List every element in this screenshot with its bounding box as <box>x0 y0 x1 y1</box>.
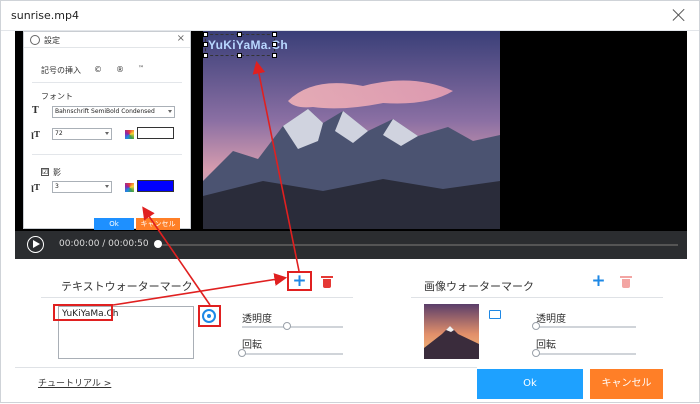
shadow-size-icon: ꞁT <box>31 182 40 192</box>
font-size-value: 72 <box>55 130 63 137</box>
add-image-watermark-icon[interactable]: + <box>590 273 607 290</box>
image-rotation-knob[interactable] <box>532 349 540 357</box>
shadow-checkbox[interactable]: ☑ <box>41 168 49 176</box>
highlight-add <box>287 271 312 291</box>
color-palette-icon[interactable] <box>125 130 134 139</box>
highlight-gear <box>198 305 221 327</box>
divider <box>32 154 182 155</box>
rotation-label: 回転 <box>242 340 262 351</box>
image-opacity-knob[interactable] <box>532 322 540 330</box>
window-title: sunrise.mp4 <box>11 9 79 22</box>
color-palette-icon[interactable] <box>125 183 134 192</box>
resize-handle[interactable] <box>237 32 242 37</box>
image-watermark-title: 画像ウォーターマーク <box>424 280 534 293</box>
gear-icon <box>30 35 40 45</box>
shadow-size-value: 3 <box>55 183 59 190</box>
font-label: フォント <box>41 92 73 101</box>
settings-ok-button[interactable]: Ok <box>94 218 134 230</box>
resize-handle[interactable] <box>203 42 208 47</box>
timeline-track[interactable] <box>156 244 678 246</box>
image-rotation-slider[interactable] <box>536 353 636 355</box>
tutorial-link[interactable]: チュートリアル > <box>38 376 111 389</box>
opacity-label: 透明度 <box>536 314 566 325</box>
symbol-insert-label: 記号の挿入 <box>41 66 81 75</box>
image-opacity-slider[interactable] <box>536 326 636 328</box>
font-select-value: Bahnschrift SemiBold Condensed <box>55 108 155 115</box>
settings-header: 設定 × <box>24 32 190 48</box>
shadow-label: 影 <box>53 168 61 177</box>
font-select[interactable]: Bahnschrift SemiBold Condensed <box>52 106 175 118</box>
shadow-size-select[interactable]: 3 <box>52 181 112 193</box>
resize-handle[interactable] <box>272 53 277 58</box>
resize-handle[interactable] <box>237 53 242 58</box>
text-watermark-title: テキストウォーターマーク <box>61 280 193 293</box>
text-opacity-knob[interactable] <box>283 322 292 330</box>
time-display: 00:00:00 / 00:00:50 <box>59 239 149 249</box>
opacity-label: 透明度 <box>242 314 272 325</box>
divider <box>411 297 663 298</box>
image-watermark-thumbnail <box>424 304 479 359</box>
cancel-button[interactable]: キャンセル <box>590 369 663 399</box>
delete-text-watermark-icon[interactable] <box>321 276 333 288</box>
folder-icon[interactable] <box>489 310 501 319</box>
font-icon: T <box>32 106 39 116</box>
resize-handle[interactable] <box>272 32 277 37</box>
preview-frame: YuKiYaMa.Ch <box>203 31 500 229</box>
rotation-label: 回転 <box>536 340 556 351</box>
title-bar: sunrise.mp4 <box>1 1 699 31</box>
trademark-symbol-button[interactable]: ™ <box>138 65 144 72</box>
registered-symbol-button[interactable]: ® <box>116 65 124 74</box>
copyright-symbol-button[interactable]: © <box>94 65 102 74</box>
play-icon[interactable] <box>27 236 44 253</box>
timeline-knob[interactable] <box>154 240 162 248</box>
resize-handle[interactable] <box>203 53 208 58</box>
player-controls: 00:00:00 / 00:00:50 <box>15 231 687 259</box>
highlight-text-input <box>53 304 113 321</box>
settings-cancel-button[interactable]: キャンセル <box>136 218 180 230</box>
divider <box>32 82 182 83</box>
divider <box>15 367 477 368</box>
text-opacity-slider[interactable] <box>242 326 343 328</box>
font-size-select[interactable]: 72 <box>52 128 112 140</box>
text-rotation-knob[interactable] <box>238 349 246 357</box>
close-icon[interactable]: × <box>177 33 185 44</box>
settings-dialog: 設定 × 記号の挿入 © ® ™ フォント T Bahnschrift Semi… <box>23 31 191 230</box>
resize-handle[interactable] <box>203 32 208 37</box>
text-color-swatch[interactable] <box>137 127 174 139</box>
close-icon[interactable] <box>671 7 687 23</box>
text-rotation-slider[interactable] <box>242 353 343 355</box>
delete-image-watermark-icon[interactable] <box>620 276 632 288</box>
divider <box>41 297 353 298</box>
mountain-sunset-image <box>203 31 500 229</box>
ok-button[interactable]: Ok <box>477 369 583 399</box>
app-window: sunrise.mp4 YuKiYaMa.Ch 設定 × 記号の挿入 © ® ™… <box>0 0 700 403</box>
shadow-color-swatch[interactable] <box>137 180 174 192</box>
settings-title: 設定 <box>44 36 60 45</box>
resize-handle[interactable] <box>272 42 277 47</box>
font-size-icon: ꞁT <box>31 129 40 139</box>
